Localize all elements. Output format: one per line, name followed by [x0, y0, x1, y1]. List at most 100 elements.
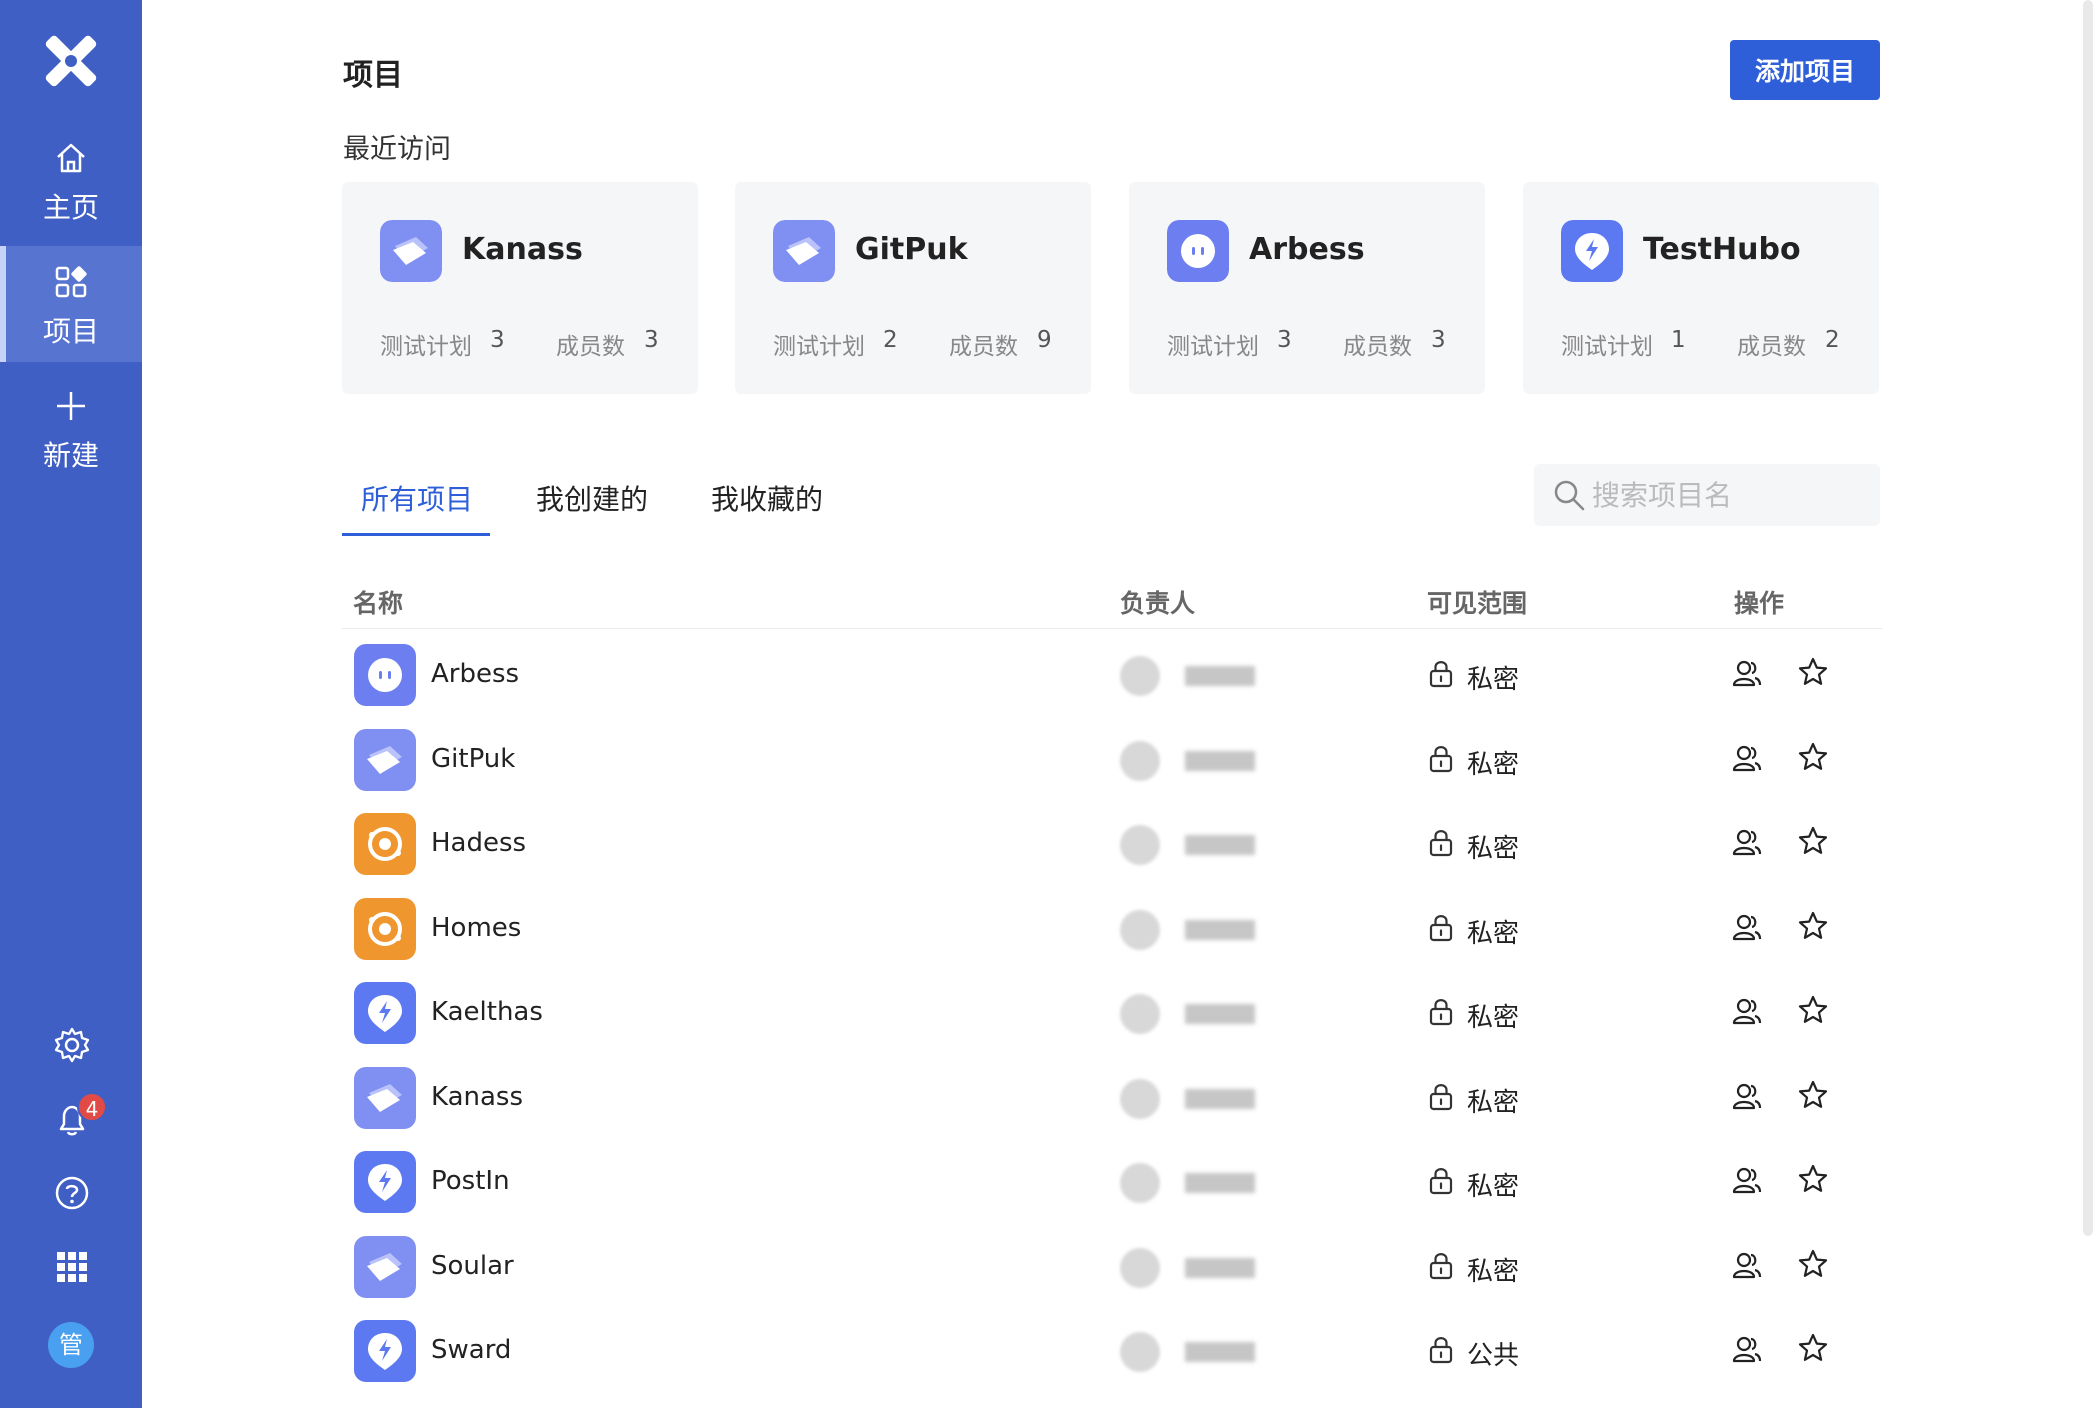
- members-icon[interactable]: [1732, 827, 1762, 857]
- star-icon[interactable]: [1797, 1332, 1829, 1364]
- column-header-owner: 负责人: [1120, 589, 1196, 618]
- members-icon[interactable]: [1732, 1250, 1762, 1280]
- card-plan-count: 3: [490, 327, 505, 353]
- sidebar-item-home[interactable]: 主页: [0, 122, 142, 238]
- project-name[interactable]: GitPuk: [431, 744, 515, 774]
- project-name[interactable]: Kanass: [431, 1082, 523, 1112]
- tab-created-by-me[interactable]: 我创建的: [536, 478, 648, 518]
- kanass-icon: [354, 1236, 416, 1298]
- table-row[interactable]: Soular 私密: [342, 1226, 1882, 1310]
- card-member-count: 2: [1825, 327, 1840, 353]
- star-icon[interactable]: [1797, 1163, 1829, 1195]
- recent-section-title: 最近访问: [343, 134, 451, 165]
- tab-underline: [342, 533, 490, 536]
- table-row[interactable]: Sward 公共: [342, 1310, 1882, 1394]
- members-icon[interactable]: [1732, 1081, 1762, 1111]
- owner-name-redacted: [1185, 1088, 1255, 1109]
- owner-avatar: [1120, 1332, 1160, 1372]
- visibility-text: 私密: [1467, 749, 1520, 780]
- avatar[interactable]: 管: [48, 1322, 94, 1368]
- recent-card-kanass[interactable]: Kanass 测试计划 3 成员数 3: [342, 182, 698, 394]
- owner-name-redacted: [1185, 666, 1255, 686]
- lock-icon: [1429, 745, 1453, 772]
- owner-avatar: [1120, 909, 1160, 950]
- table-row[interactable]: Arbess 私密: [342, 634, 1882, 718]
- hadess-icon: [354, 898, 416, 960]
- tab-all-projects[interactable]: 所有项目: [361, 478, 473, 518]
- owner-avatar: [1120, 656, 1160, 696]
- card-member-count: 9: [1037, 327, 1052, 353]
- visibility-text: 私密: [1467, 1087, 1520, 1118]
- lock-icon: [1429, 1337, 1453, 1364]
- arbess-icon: [354, 644, 416, 706]
- table-header-divider: [342, 628, 1882, 629]
- project-name[interactable]: PostIn: [431, 1166, 510, 1196]
- project-name[interactable]: Sward: [431, 1335, 511, 1365]
- bolt-pin-icon: [354, 1320, 416, 1382]
- project-name[interactable]: Kaelthas: [431, 997, 543, 1027]
- card-name: Arbess: [1249, 232, 1365, 267]
- card-plan-count: 3: [1277, 327, 1292, 353]
- table-row[interactable]: PostIn 私密: [342, 1141, 1882, 1225]
- table-row[interactable]: Homes 私密: [342, 888, 1882, 972]
- kanass-icon: [773, 220, 835, 282]
- logo-icon[interactable]: [38, 28, 104, 94]
- star-icon[interactable]: [1797, 910, 1829, 942]
- add-project-button[interactable]: 添加项目: [1730, 40, 1880, 100]
- star-icon[interactable]: [1797, 825, 1829, 857]
- home-icon: [57, 143, 85, 173]
- visibility-text: 私密: [1467, 665, 1520, 695]
- sidebar-item-new[interactable]: 新建: [0, 370, 142, 486]
- project-name[interactable]: Arbess: [431, 659, 519, 689]
- project-name[interactable]: Homes: [431, 913, 521, 943]
- sidebar-item-projects[interactable]: 项目: [0, 246, 142, 362]
- project-name[interactable]: Soular: [431, 1251, 514, 1281]
- card-member-count: 3: [644, 327, 659, 353]
- bolt-pin-icon: [354, 1151, 416, 1213]
- card-plan-label: 测试计划: [1167, 334, 1259, 360]
- owner-avatar: [1120, 825, 1160, 865]
- members-icon[interactable]: [1732, 912, 1762, 942]
- owner-name-redacted: [1185, 1004, 1255, 1024]
- star-icon[interactable]: [1797, 1079, 1829, 1111]
- project-name[interactable]: Hadess: [431, 828, 526, 858]
- card-name: TestHubo: [1643, 232, 1801, 267]
- sidebar-item-label: 主页: [42, 191, 99, 224]
- lock-icon: [1429, 999, 1453, 1026]
- card-member-count: 3: [1431, 327, 1446, 353]
- card-plan-count: 1: [1671, 327, 1686, 353]
- table-row[interactable]: Kaelthas 私密: [342, 972, 1882, 1056]
- visibility-text: 公共: [1467, 1341, 1520, 1371]
- scrollbar[interactable]: [2083, 0, 2093, 1236]
- table-row[interactable]: Kanass 私密: [342, 1057, 1882, 1141]
- members-icon[interactable]: [1732, 1334, 1762, 1364]
- table-row[interactable]: GitPuk 私密: [342, 719, 1882, 803]
- members-icon[interactable]: [1732, 743, 1762, 773]
- sidebar-item-label: 项目: [42, 315, 99, 348]
- settings-icon[interactable]: [53, 1026, 91, 1064]
- star-icon[interactable]: [1797, 741, 1829, 773]
- kanass-icon: [354, 1067, 416, 1129]
- members-icon[interactable]: [1732, 658, 1762, 688]
- tab-favorites[interactable]: 我收藏的: [711, 478, 823, 518]
- table-row[interactable]: Hadess 私密: [342, 803, 1882, 887]
- lock-icon: [1429, 1168, 1453, 1195]
- star-icon[interactable]: [1797, 656, 1829, 688]
- star-icon[interactable]: [1797, 1248, 1829, 1280]
- recent-card-testhubo[interactable]: TestHubo 测试计划 1 成员数 2: [1523, 182, 1879, 394]
- owner-name-redacted: [1185, 1342, 1255, 1362]
- recent-card-arbess[interactable]: Arbess 测试计划 3 成员数 3: [1129, 182, 1485, 394]
- owner-name-redacted: [1185, 750, 1255, 771]
- apps-icon[interactable]: [53, 1248, 91, 1286]
- recent-card-gitpuk[interactable]: GitPuk 测试计划 2 成员数 9: [735, 182, 1091, 394]
- members-icon[interactable]: [1732, 1165, 1762, 1195]
- owner-avatar: [1120, 740, 1160, 781]
- card-plan-label: 测试计划: [773, 334, 865, 360]
- members-icon[interactable]: [1732, 996, 1762, 1026]
- help-icon[interactable]: [53, 1174, 91, 1212]
- owner-avatar: [1120, 1078, 1160, 1119]
- card-plan-label: 测试计划: [1561, 334, 1653, 360]
- card-member-label: 成员数: [556, 334, 625, 360]
- star-icon[interactable]: [1797, 994, 1829, 1026]
- hadess-icon: [354, 813, 416, 875]
